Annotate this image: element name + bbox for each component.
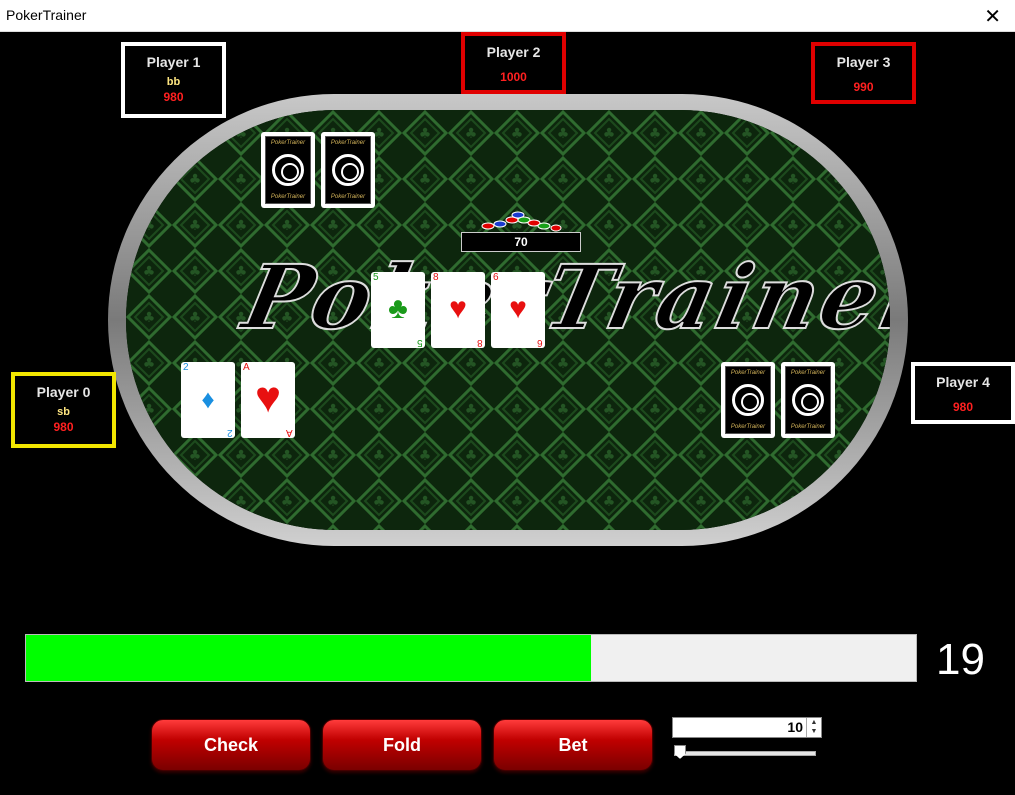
fold-button[interactable]: Fold (322, 719, 482, 771)
player-2-chips: 1000 (500, 70, 527, 84)
bet-amount-value: 10 (787, 719, 803, 735)
board-card: 6 ♥ 6 (491, 272, 545, 348)
club-icon: ♣ (388, 292, 408, 325)
card-rank: 8 (433, 272, 439, 283)
player-1-role: bb (166, 76, 181, 88)
player-1-chips: 980 (163, 90, 184, 104)
turn-timer-fill (26, 635, 592, 681)
player-0-role: sb (57, 406, 70, 418)
player-0-name: Player 0 (36, 384, 91, 400)
card-emblem-icon (732, 384, 764, 416)
player-2-box: Player 2 1000 (461, 32, 566, 94)
card-rank: 5 (373, 272, 379, 283)
hero-card: 2 ♦ 2 (181, 362, 235, 438)
pot-chips-icon (481, 211, 562, 232)
card-emblem-icon (272, 154, 304, 186)
heart-icon: ♥ (449, 292, 467, 325)
card-rank: 6 (493, 272, 499, 283)
close-icon[interactable]: ✕ (984, 4, 1001, 29)
player-3-chips: 990 (853, 80, 874, 94)
hero-card: A ♥ A (241, 362, 295, 438)
diamond-icon: ♦ (201, 384, 215, 414)
pot-amount: 70 (461, 232, 581, 252)
player-2-name: Player 2 (486, 44, 541, 60)
card-emblem-icon (792, 384, 824, 416)
card-rank: 2 (183, 362, 189, 373)
card-rank: A (286, 427, 293, 438)
bet-amount-stepper[interactable]: 10 ▲ ▼ (672, 717, 822, 738)
turn-timer-seconds: 19 (936, 635, 985, 684)
player-3-box: Player 3 990 (811, 42, 916, 104)
player-0-box: Player 0 sb 980 (11, 372, 116, 448)
player-4-box: Player 4 980 (911, 362, 1015, 424)
bet-amount-slider[interactable] (672, 744, 816, 759)
card-rank: 6 (537, 337, 543, 348)
player-4-chips: 980 (952, 400, 974, 414)
heart-icon: ♥ (254, 373, 282, 422)
table-logo: PokerTrainer (234, 244, 890, 350)
player-3-name: Player 3 (836, 54, 891, 70)
player-4-name: Player 4 (936, 374, 990, 390)
turn-timer-bar (25, 634, 917, 682)
title-bar: PokerTrainer ✕ (0, 0, 1015, 32)
card-emblem-icon (332, 154, 364, 186)
card-back: PokerTrainer PokerTrainer (781, 362, 835, 438)
card-rank: A (243, 362, 250, 373)
card-rank: 8 (477, 337, 483, 348)
board-card: 5 ♣ 5 (371, 272, 425, 348)
player-1-name: Player 1 (146, 54, 201, 70)
card-rank: 5 (417, 337, 423, 348)
window-title: PokerTrainer (6, 7, 87, 23)
card-back: PokerTrainer PokerTrainer (261, 132, 315, 208)
heart-icon: ♥ (509, 292, 527, 325)
slider-thumb[interactable] (674, 745, 686, 759)
bet-button[interactable]: Bet (493, 719, 653, 771)
card-rank: 2 (227, 427, 233, 438)
slider-track (674, 751, 816, 756)
card-back: PokerTrainer PokerTrainer (321, 132, 375, 208)
player-0-chips: 980 (53, 420, 74, 434)
player-1-box: Player 1 bb 980 (121, 42, 226, 118)
card-back: PokerTrainer PokerTrainer (721, 362, 775, 438)
check-button[interactable]: Check (151, 719, 311, 771)
game-area: ♣ PokerTrainer Player 0 sb 980 Player 1 … (0, 32, 1015, 795)
stepper-arrows-icon[interactable]: ▲ ▼ (806, 718, 821, 737)
board-card: 8 ♥ 8 (431, 272, 485, 348)
